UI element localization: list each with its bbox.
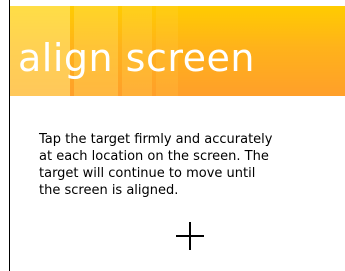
instructions-line: target will continue to move until: [39, 166, 256, 181]
align-screen-window: align screen Tap the target firmly and a…: [9, 0, 345, 271]
instructions-line: at each location on the screen. The: [39, 149, 269, 164]
instructions-line: the screen is aligned.: [39, 183, 179, 198]
crosshair-target-icon[interactable]: [176, 222, 204, 250]
header-banner: align screen: [10, 6, 345, 96]
instructions-text: Tap the target firmly and accurately at …: [39, 131, 339, 199]
instructions-line: Tap the target firmly and accurately: [39, 132, 273, 147]
crosshair-vertical: [189, 222, 191, 250]
page-title: align screen: [18, 36, 256, 80]
